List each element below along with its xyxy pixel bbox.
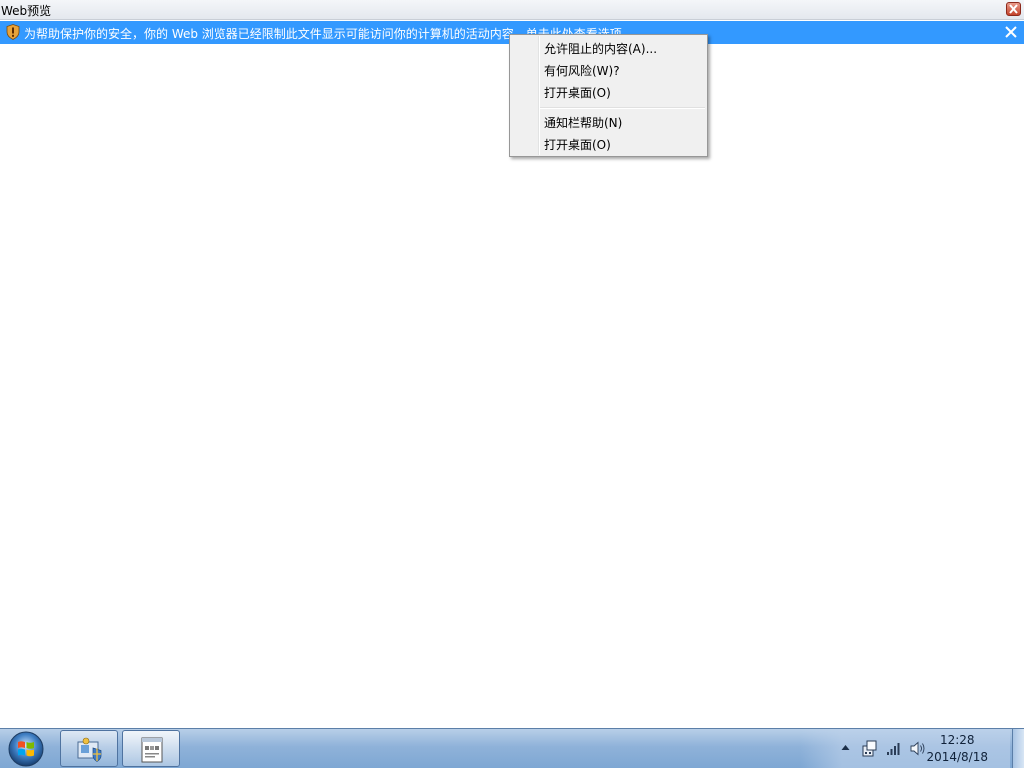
taskbar-button-web-preview[interactable] <box>122 730 180 767</box>
menu-item-label: 通知栏帮助(N) <box>544 116 623 130</box>
menu-item-what-is-the-risk[interactable]: 有何风险(W)? <box>512 58 705 80</box>
network-icon[interactable] <box>862 740 878 757</box>
menu-item-label: 允许阻止的内容(A)... <box>544 42 658 56</box>
signal-icon[interactable] <box>886 741 902 756</box>
speaker-icon[interactable] <box>910 741 926 756</box>
show-desktop-button[interactable] <box>1012 729 1024 768</box>
menu-item-info-bar-help[interactable]: 通知栏帮助(N) <box>512 110 705 132</box>
desktop: Web预览 为帮助保护你的安全，你的 Web 浏览器已经限制此文件显示可能访问你… <box>0 0 1024 768</box>
taskbar-clock[interactable]: 12:28 2014/8/18 <box>926 732 988 766</box>
system-tray: 12:28 2014/8/18 <box>800 729 1010 768</box>
menu-item-allow-blocked-content[interactable]: 允许阻止的内容(A)... <box>512 36 705 58</box>
shield-warning-icon <box>6 24 20 40</box>
menu-separator <box>540 107 705 109</box>
menu-item-label: 打开桌面(O) <box>544 86 611 100</box>
control-panel-icon <box>77 737 102 762</box>
document-icon <box>141 737 163 763</box>
title-bar: Web预览 <box>0 0 1024 20</box>
close-icon <box>1009 4 1018 14</box>
window-title: Web预览 <box>1 4 52 18</box>
menu-item-open-desktop-2[interactable]: 打开桌面(O) <box>512 132 705 154</box>
windows-start-icon <box>8 731 44 767</box>
info-bar-context-menu: 允许阻止的内容(A)... 有何风险(W)? 打开桌面(O) 通知栏帮助(N) … <box>509 34 708 157</box>
clock-date: 2014/8/18 <box>926 750 988 764</box>
clock-time: 12:28 <box>939 733 975 747</box>
taskbar: 12:28 2014/8/18 <box>0 728 1024 768</box>
close-icon[interactable] <box>1002 22 1020 42</box>
window-close-button[interactable] <box>1006 2 1021 16</box>
arrow-up-icon[interactable] <box>841 744 850 751</box>
start-button[interactable] <box>6 730 46 768</box>
menu-item-label: 有何风险(W)? <box>544 64 620 78</box>
menu-item-open-desktop[interactable]: 打开桌面(O) <box>512 80 705 102</box>
taskbar-button-control-panel[interactable] <box>60 730 118 767</box>
menu-item-label: 打开桌面(O) <box>544 138 611 152</box>
